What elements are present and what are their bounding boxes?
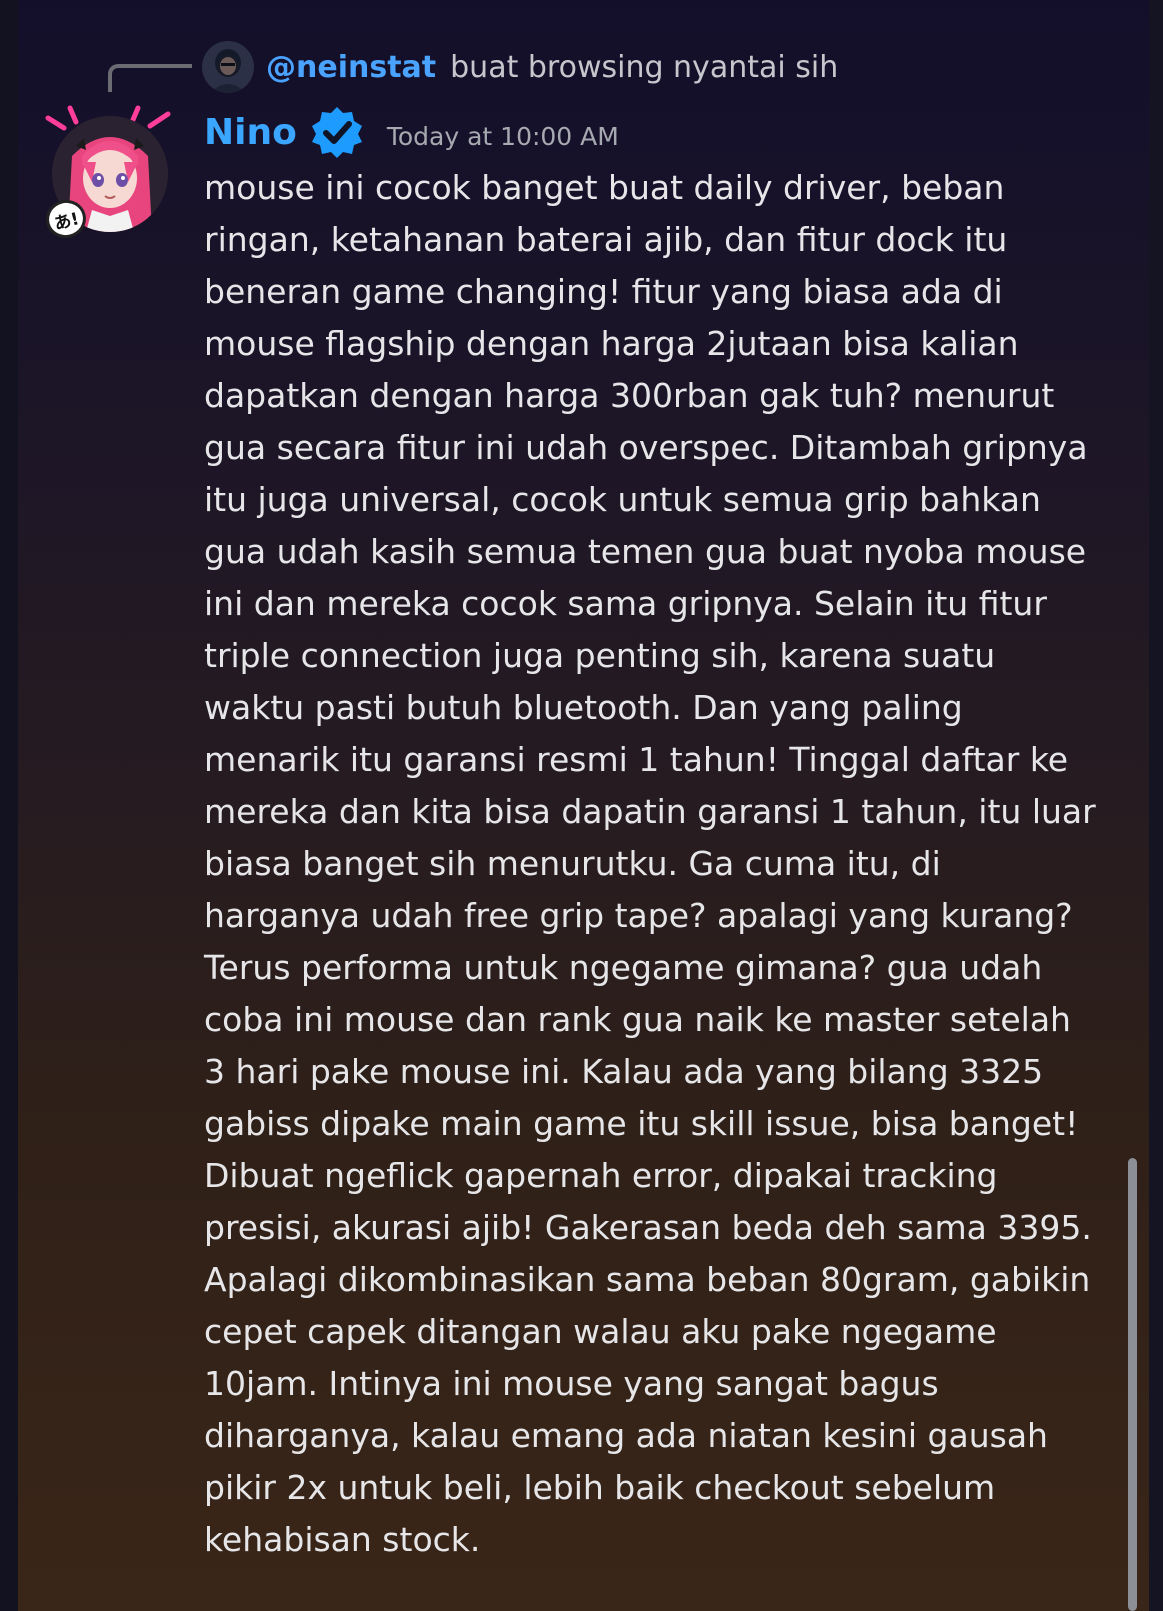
reply-user-avatar[interactable]	[202, 41, 254, 93]
message-timestamp: Today at 10:00 AM	[386, 121, 619, 151]
left-edge	[0, 0, 18, 1611]
message-header: Nino Today at 10:00 AM	[204, 106, 619, 158]
reply-username[interactable]: @neinstat	[266, 50, 436, 85]
reply-connector-line	[108, 64, 192, 92]
reply-text[interactable]: buat browsing nyantai sih	[450, 50, 838, 85]
scrollbar-thumb[interactable]	[1128, 1158, 1137, 1611]
chat-screen: @neinstat buat browsing nyantai sih あ! N…	[0, 0, 1163, 1611]
reply-avatar-icon	[202, 41, 254, 93]
message-body[interactable]: mouse ini cocok banget buat daily driver…	[204, 162, 1116, 1566]
verified-badge-icon	[309, 104, 365, 160]
author-username[interactable]: Nino	[204, 112, 297, 153]
right-edge	[1149, 0, 1163, 1611]
author-avatar-wrap[interactable]: あ!	[41, 104, 174, 243]
reply-preview[interactable]: @neinstat buat browsing nyantai sih	[202, 40, 838, 94]
